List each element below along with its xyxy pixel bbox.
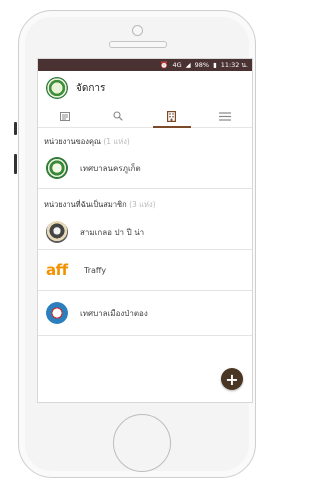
tab-organizations[interactable] [145, 105, 199, 128]
traffy-logo: aff [46, 261, 68, 279]
organization-logo [46, 221, 68, 243]
organization-logo [46, 157, 68, 179]
app-bar: จัดการ [38, 71, 252, 105]
newspaper-icon [59, 111, 70, 121]
battery-icon: ▮ [213, 61, 217, 69]
tab-search[interactable] [92, 105, 146, 127]
section-header-member: หน่วยงานที่ฉันเป็นสมาชิก (3 แห่ง) [38, 189, 252, 215]
phone-screen: ⏰ 4G ◢ 98% ▮ 11:32 น. จัดการ หน่วยงานของ… [37, 58, 253, 403]
divider [38, 335, 252, 336]
status-bar: ⏰ 4G ◢ 98% ▮ 11:32 น. [38, 59, 252, 71]
list-item[interactable]: เทศบาลเมืองป่าตอง [38, 291, 252, 335]
front-camera [132, 25, 143, 36]
home-button[interactable] [113, 414, 171, 472]
section-count: (3 แห่ง) [129, 200, 156, 209]
list-item[interactable]: สามเกลอ ปา ปี น่า [38, 215, 252, 249]
signal-indicator: 4G [172, 61, 182, 69]
menu-icon [219, 111, 232, 121]
organization-logo [46, 302, 68, 324]
plus-icon: + [225, 369, 239, 389]
organization-name: เทศบาลนครภูเก็ต [80, 163, 141, 173]
section-header-mine: หน่วยงานของคุณ (1 แห่ง) [38, 128, 252, 152]
tab-menu[interactable] [199, 105, 253, 127]
building-icon [167, 110, 177, 122]
organization-name: สามเกลอ ปา ปี น่า [80, 227, 145, 237]
organization-name: เทศบาลเมืองป่าตอง [80, 308, 148, 318]
app-logo [46, 77, 68, 99]
tab-feed[interactable] [38, 105, 92, 127]
phone-volume-button [14, 154, 17, 174]
list-item[interactable]: aff Traffy [38, 250, 252, 290]
page-title: จัดการ [76, 82, 106, 94]
earpiece [109, 41, 167, 48]
section-title: หน่วยงานที่ฉันเป็นสมาชิก [44, 200, 127, 209]
section-count: (1 แห่ง) [103, 137, 130, 146]
tab-bar [38, 105, 252, 128]
search-icon [113, 111, 123, 121]
organization-name: Traffy [84, 265, 107, 275]
clock: 11:32 น. [220, 61, 248, 69]
section-title: หน่วยงานของคุณ [44, 137, 101, 146]
alarm-icon: ⏰ [160, 61, 169, 69]
add-button[interactable]: + [221, 368, 243, 390]
list-item[interactable]: เทศบาลนครภูเก็ต [38, 152, 252, 184]
battery-level: 98% [194, 61, 210, 69]
phone-volume-button [14, 122, 17, 135]
signal-icon: ◢ [185, 61, 191, 69]
